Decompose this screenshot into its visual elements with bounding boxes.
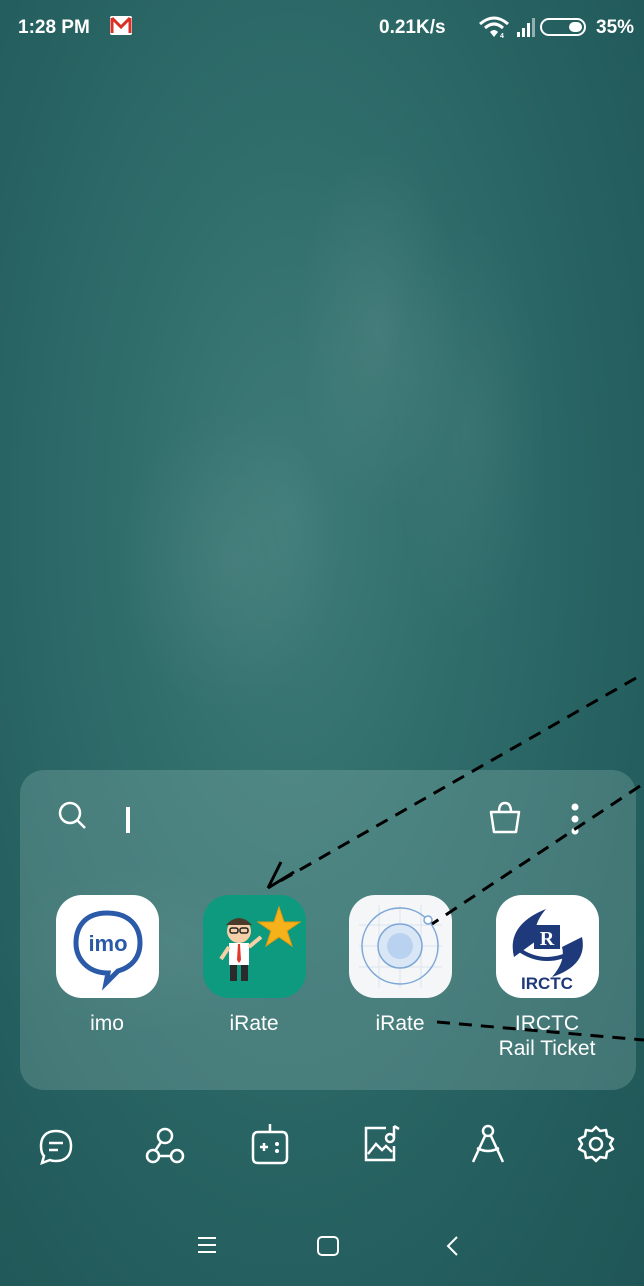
signal-icon [516, 15, 536, 45]
menu-icon[interactable] [196, 1235, 218, 1260]
svg-text:imo: imo [88, 931, 127, 956]
app-irate-1[interactable]: iRate [194, 895, 314, 1036]
app-search-panel: imo imo iRate iRate R IRCTC IRCTC Rail T… [20, 770, 636, 1090]
home-square-icon[interactable] [316, 1235, 340, 1262]
gamepad-icon[interactable] [250, 1122, 290, 1171]
irate-circle-icon [348, 895, 452, 998]
photo-edit-icon[interactable] [360, 1122, 400, 1171]
compass-icon[interactable] [468, 1122, 508, 1171]
net-speed: 0.21K/s [379, 17, 446, 38]
nav-bar [0, 1210, 644, 1280]
app-label: iRate [229, 1012, 279, 1035]
status-bar: 1:28 PM 0.21K/s 4 35% [0, 0, 644, 56]
search-icon[interactable] [57, 800, 91, 839]
wallpaper [0, 0, 644, 1286]
share-nodes-icon[interactable] [145, 1126, 185, 1171]
irate-businessman-star-icon [202, 895, 306, 998]
app-label-line1: IRCTC [514, 1012, 580, 1035]
back-chevron-icon[interactable] [444, 1235, 460, 1262]
app-label: iRate [375, 1012, 425, 1035]
gear-icon[interactable] [576, 1124, 616, 1169]
irctc-icon: R IRCTC [495, 895, 599, 998]
app-label-line2: Rail Ticket [498, 1037, 596, 1060]
app-label: imo [90, 1012, 124, 1035]
annotation-arrows [266, 676, 644, 1042]
shopping-bag-icon[interactable] [487, 800, 523, 841]
app-label: IRCTC Rail Ticket [487, 1011, 607, 1061]
app-irctc[interactable]: R IRCTC IRCTC Rail Ticket [487, 895, 607, 1061]
svg-text:4: 4 [500, 33, 504, 39]
chat-icon[interactable] [38, 1128, 74, 1171]
app-irate-2[interactable]: iRate [340, 895, 460, 1036]
search-input[interactable] [126, 807, 130, 833]
battery-icon [540, 18, 586, 36]
more-vert-icon[interactable] [570, 802, 580, 841]
svg-text:IRCTC: IRCTC [521, 974, 573, 993]
battery-percent: 35% [596, 17, 635, 38]
status-time: 1:28 PM [18, 17, 90, 38]
app-imo[interactable]: imo imo [47, 895, 167, 1036]
svg-text:R: R [539, 928, 554, 950]
gmail-icon [110, 16, 132, 35]
dock [0, 1108, 644, 1178]
wifi-icon: 4 [478, 15, 510, 45]
imo-icon: imo [55, 895, 159, 998]
